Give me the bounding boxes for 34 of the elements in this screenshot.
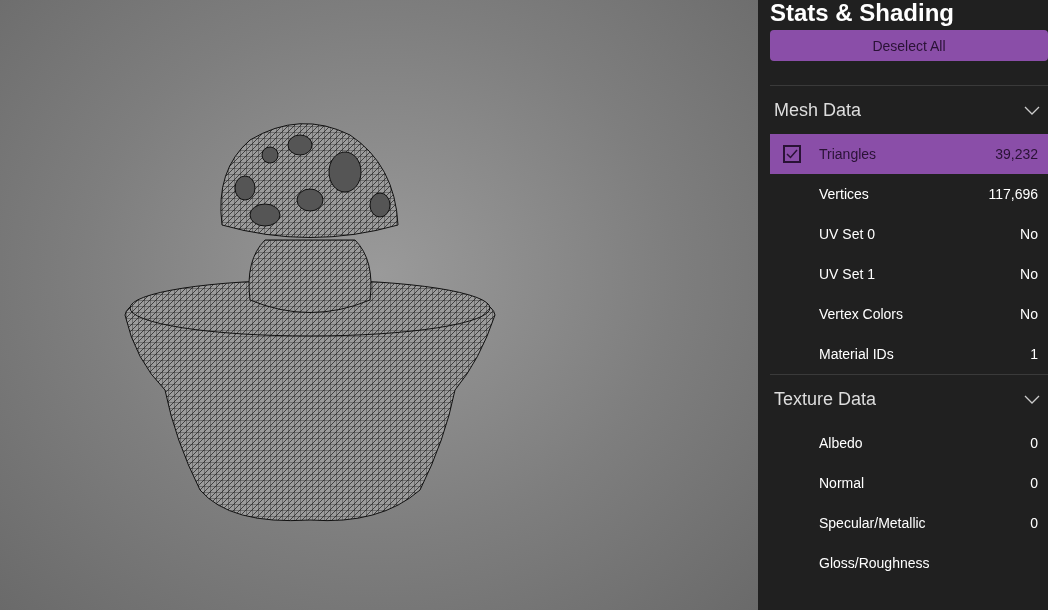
stat-value: No xyxy=(1020,226,1038,242)
section-header[interactable]: Texture Data xyxy=(770,375,1048,423)
chevron-icon xyxy=(1024,105,1040,115)
section-header[interactable]: Mesh Data xyxy=(770,86,1048,134)
stat-label: Vertices xyxy=(819,186,870,202)
stat-value: 117,696 xyxy=(988,186,1038,202)
stat-row[interactable]: UV Set 0 No xyxy=(770,214,1048,254)
stat-row[interactable]: Gloss/Roughness xyxy=(770,543,1048,583)
stat-label: UV Set 0 xyxy=(819,226,877,242)
stat-label: Gloss/Roughness xyxy=(819,555,931,571)
stat-row[interactable]: Normal 0 xyxy=(770,463,1048,503)
stat-value: 0 xyxy=(1030,435,1038,451)
stat-value: 39,232 xyxy=(995,146,1038,162)
stat-label: UV Set 1 xyxy=(819,266,877,282)
stat-label: Normal xyxy=(819,475,866,491)
stat-row[interactable]: Vertex Colors No xyxy=(770,294,1048,334)
stat-label: Vertex Colors xyxy=(819,306,905,322)
stat-value: 1 xyxy=(1030,346,1038,362)
stat-value: No xyxy=(1020,306,1038,322)
stat-label: Material IDs xyxy=(819,346,895,362)
chevron-icon xyxy=(1024,394,1040,404)
stat-value: 0 xyxy=(1030,515,1038,531)
stat-value: 0 xyxy=(1030,475,1038,491)
checkbox[interactable] xyxy=(783,145,801,163)
stat-label: Albedo xyxy=(819,435,864,451)
stat-row[interactable]: Material IDs 1 xyxy=(770,334,1048,374)
panel-title: Stats & Shading xyxy=(770,0,956,26)
stat-label: Specular/Metallic xyxy=(819,515,927,531)
stat-row[interactable]: Specular/Metallic 0 xyxy=(770,503,1048,543)
stat-row[interactable]: Albedo 0 xyxy=(770,423,1048,463)
stat-value: No xyxy=(1020,266,1038,282)
stat-row[interactable]: UV Set 1 No xyxy=(770,254,1048,294)
stat-row[interactable]: Vertices 117,696 xyxy=(770,174,1048,214)
stat-label: Triangles xyxy=(819,146,878,162)
